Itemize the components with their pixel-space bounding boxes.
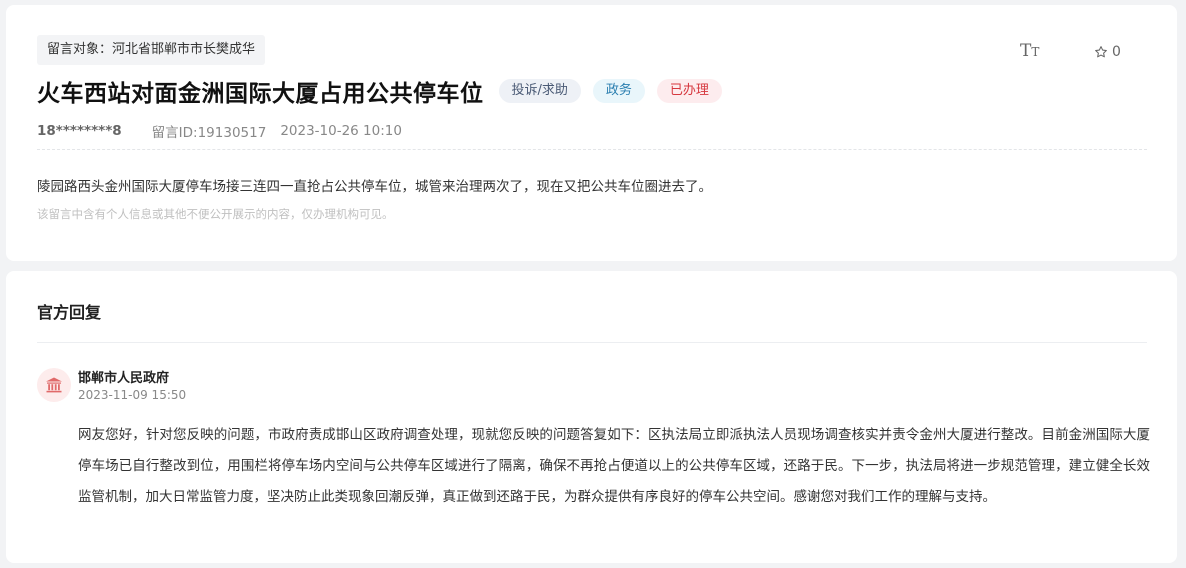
reply-heading: 官方回复 (37, 303, 102, 322)
font-size-icon[interactable]: TT (1020, 41, 1042, 61)
message-id: 留言ID:19130517 (151, 125, 267, 141)
title-row: 火车西站对面金洲国际大厦占用公共停车位 投诉/求助 政务 已办理 (37, 74, 722, 108)
reply-time: 2023-11-09 15:50 (78, 388, 187, 402)
message-datetime: 2023-10-26 10:10 (280, 123, 402, 139)
status-badge: 已办理 (656, 79, 722, 103)
page-title: 火车西站对面金洲国际大厦占用公共停车位 (37, 81, 484, 107)
meta-row: 18********8 留言ID:19130517 2023-10-26 10:… (37, 121, 402, 141)
message-user: 18********8 (37, 123, 122, 139)
type-badge: 投诉/求助 (498, 79, 581, 103)
star-icon (1095, 46, 1107, 58)
category-badge: 政务 (592, 79, 645, 103)
message-target-tag[interactable]: 留言对象：河北省邯郸市市长樊成华 (37, 35, 266, 65)
government-building-icon (37, 368, 71, 402)
reply-org-name: 邯郸市人民政府 (78, 371, 170, 386)
privacy-notice: 该留言中含有个人信息或其他不便公开展示的内容，仅办理机构可见。 (37, 207, 394, 221)
message-card: 留言对象：河北省邯郸市市长樊成华 火车西站对面金洲国际大厦占用公共停车位 投诉/… (6, 5, 1177, 261)
message-content: 陵园路西头金州国际大厦停车场接三连四一直抢占公共停车位，城管来治理两次了，现在又… (37, 179, 712, 195)
star-count: 0 (1112, 44, 1121, 60)
reply-body: 网友您好，针对您反映的问题，市政府责成邯山区政府调查处理，现就您反映的问题答复如… (78, 427, 1150, 505)
favorite-button[interactable]: 0 (1094, 42, 1121, 62)
official-reply-card: 官方回复 邯郸市人民政府 2023-11-09 15:50 网友您好，针对您反映… (6, 271, 1177, 563)
reply-divider (37, 342, 1147, 343)
divider (37, 149, 1147, 150)
